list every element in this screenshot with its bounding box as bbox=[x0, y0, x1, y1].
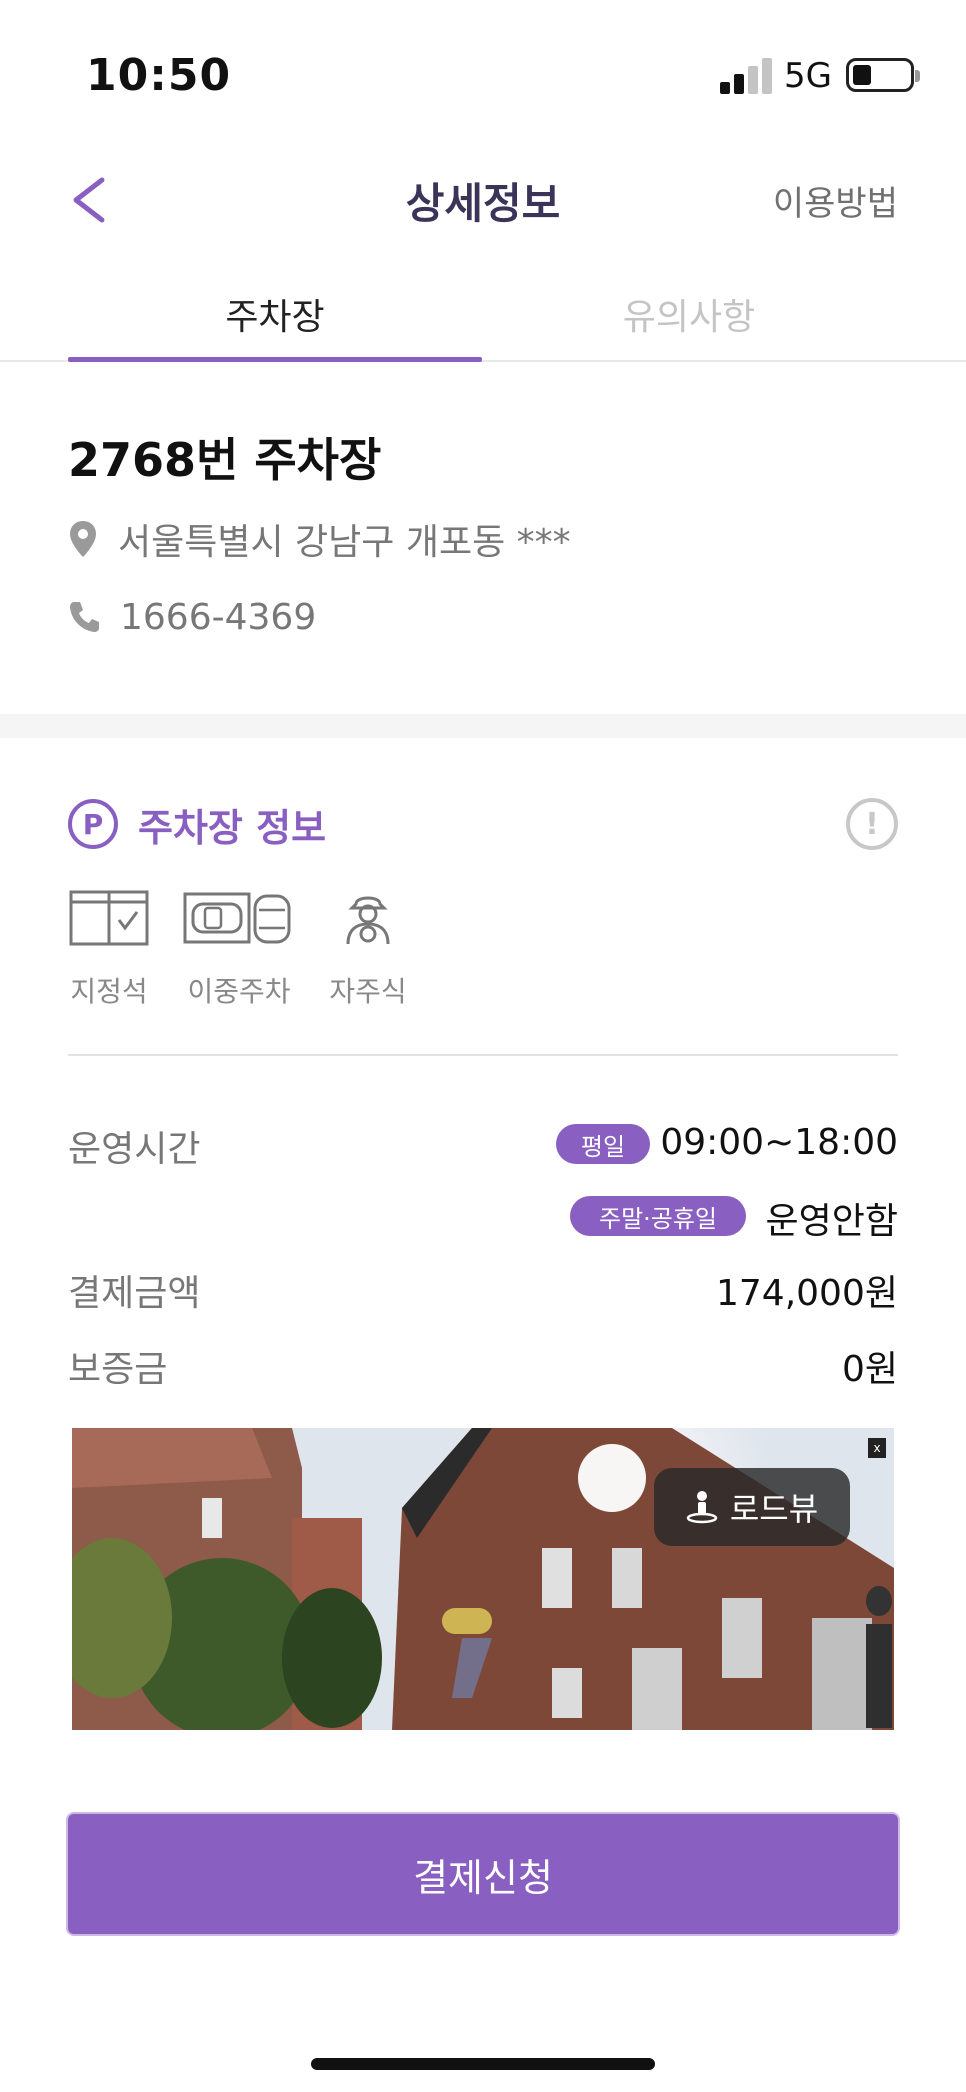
phone-icon bbox=[70, 602, 99, 632]
feature-reserved-seat: 지정석 bbox=[64, 888, 154, 1008]
status-bar: 10:50 5G bbox=[0, 0, 966, 150]
feature-label: 이중주차 bbox=[187, 975, 291, 1008]
active-tab-indicator bbox=[68, 357, 482, 362]
zoom-control[interactable] bbox=[866, 1624, 892, 1728]
person-pin-icon bbox=[686, 1491, 718, 1524]
deposit-value: 0원 bbox=[841, 1349, 898, 1390]
roadview-button[interactable]: 로드뷰 bbox=[654, 1468, 850, 1546]
tab-notices[interactable]: 유의사항 bbox=[482, 288, 896, 340]
info-alert-icon[interactable]: ! bbox=[846, 798, 898, 850]
deposit-label: 보증금 bbox=[68, 1349, 168, 1390]
tab-bar: 주차장 유의사항 bbox=[0, 270, 966, 362]
phone-row[interactable]: 1666-4369 bbox=[68, 592, 316, 642]
feature-label: 지정석 bbox=[70, 975, 148, 1008]
reserved-seat-icon bbox=[69, 890, 149, 946]
compass-icon[interactable] bbox=[866, 1586, 892, 1616]
location-pin-icon bbox=[70, 521, 96, 557]
section-divider bbox=[0, 714, 966, 738]
weekday-badge: 평일 bbox=[556, 1124, 650, 1164]
roadview-image[interactable]: 로드뷰 x bbox=[72, 1428, 894, 1730]
section-title: 주차장 정보 bbox=[138, 805, 327, 850]
signal-icon bbox=[720, 58, 774, 94]
feature-self-parking: 자주식 bbox=[322, 888, 414, 1008]
lot-name: 2768번 주차장 bbox=[68, 433, 382, 487]
address-text: 서울특별시 강남구 개포동 *** bbox=[118, 522, 571, 563]
status-time: 10:50 bbox=[86, 50, 232, 101]
roadview-close-button[interactable]: x bbox=[868, 1438, 886, 1458]
header: 상세정보 이용방법 bbox=[0, 150, 966, 270]
battery-icon bbox=[846, 58, 920, 92]
hours-label: 운영시간 bbox=[68, 1129, 201, 1170]
section-header: P 주차장 정보 bbox=[68, 796, 326, 852]
roadview-label: 로드뷰 bbox=[729, 1490, 819, 1528]
network-label: 5G bbox=[784, 56, 832, 96]
weekend-hours: 운영안함 bbox=[765, 1201, 898, 1242]
price-value: 174,000원 bbox=[716, 1273, 898, 1314]
weekday-hours: 09:00~18:00 bbox=[660, 1122, 898, 1163]
parking-p-icon: P bbox=[68, 799, 118, 849]
self-parking-icon bbox=[346, 896, 390, 945]
tab-parking-lot[interactable]: 주차장 bbox=[68, 288, 482, 340]
phone-number: 1666-4369 bbox=[120, 596, 317, 638]
double-parking-icon bbox=[183, 892, 291, 944]
divider bbox=[68, 1054, 898, 1056]
home-indicator bbox=[311, 2058, 655, 2070]
feature-double-parking: 이중주차 bbox=[180, 888, 298, 1008]
pay-request-button[interactable]: 결제신청 bbox=[68, 1814, 898, 1934]
help-link[interactable]: 이용방법 bbox=[773, 176, 898, 225]
feature-label: 자주식 bbox=[329, 975, 407, 1008]
price-label: 결제금액 bbox=[68, 1273, 201, 1314]
weekend-badge: 주말·공휴일 bbox=[570, 1196, 746, 1236]
address-row: 서울특별시 강남구 개포동 *** bbox=[68, 514, 571, 564]
